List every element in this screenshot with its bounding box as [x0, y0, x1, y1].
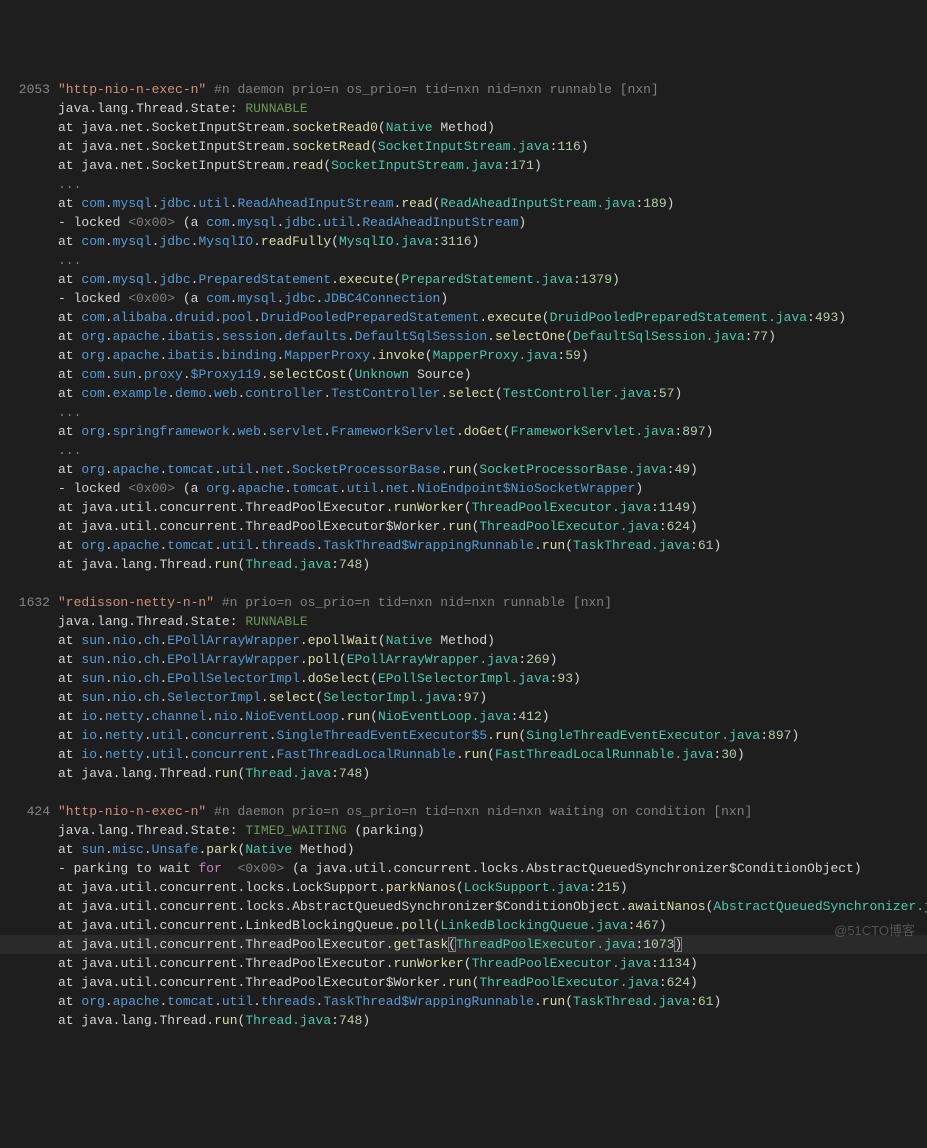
- thread-state-line: java.lang.Thread.State: RUNNABLE: [0, 99, 927, 118]
- stack-frame: at io.netty.util.concurrent.SingleThread…: [0, 726, 927, 745]
- stack-frame: at com.mysql.jdbc.MysqlIO.readFully(Mysq…: [0, 232, 927, 251]
- stack-parking: - parking to wait for <0x00> (a java.uti…: [0, 859, 927, 878]
- thread-state-line: java.lang.Thread.State: RUNNABLE: [0, 612, 927, 631]
- thread-name: "http-nio-n-exec-n": [58, 82, 206, 97]
- stack-ellipsis: ...: [0, 175, 927, 194]
- stack-frame: at com.mysql.jdbc.util.ReadAheadInputStr…: [0, 194, 927, 213]
- thread-dump-viewer: 2053 "http-nio-n-exec-n" #n daemon prio=n…: [0, 80, 927, 1030]
- stack-frame: at java.util.concurrent.ThreadPoolExecut…: [0, 498, 927, 517]
- stack-frame: at org.apache.tomcat.util.threads.TaskTh…: [0, 992, 927, 1011]
- thread-header: 1632 "redisson-netty-n-n" #n prio=n os_pr…: [0, 593, 927, 612]
- thread-header: 424 "http-nio-n-exec-n" #n daemon prio=n …: [0, 802, 927, 821]
- stack-frame: at java.lang.Thread.run(Thread.java:748): [0, 1011, 927, 1030]
- stack-frame: at sun.nio.ch.EPollArrayWrapper.poll(EPo…: [0, 650, 927, 669]
- stack-ellipsis: ...: [0, 403, 927, 422]
- stack-frame: at java.util.concurrent.locks.LockSuppor…: [0, 878, 927, 897]
- thread-state: RUNNABLE: [245, 101, 307, 116]
- stack-frame: at com.sun.proxy.$Proxy119.selectCost(Un…: [0, 365, 927, 384]
- blank-line: [0, 783, 927, 802]
- stack-frame: at java.net.SocketInputStream.read(Socke…: [0, 156, 927, 175]
- stack-frame: at java.util.concurrent.ThreadPoolExecut…: [0, 517, 927, 536]
- blank-line: [0, 574, 927, 593]
- thread-count: 424: [8, 802, 50, 821]
- stack-locked: - locked <0x00> (a org.apache.tomcat.uti…: [0, 479, 927, 498]
- stack-frame: at java.util.concurrent.ThreadPoolExecut…: [0, 973, 927, 992]
- thread-name: "redisson-netty-n-n": [58, 595, 214, 610]
- stack-ellipsis: ...: [0, 441, 927, 460]
- stack-frame: at org.apache.ibatis.session.defaults.De…: [0, 327, 927, 346]
- watermark-label: @51CTO博客: [834, 921, 915, 940]
- thread-state-line: java.lang.Thread.State: TIMED_WAITING (p…: [0, 821, 927, 840]
- stack-ellipsis: ...: [0, 251, 927, 270]
- stack-locked: - locked <0x00> (a com.mysql.jdbc.JDBC4C…: [0, 289, 927, 308]
- stack-frame: at io.netty.channel.nio.NioEventLoop.run…: [0, 707, 927, 726]
- stack-frame: at com.example.demo.web.controller.TestC…: [0, 384, 927, 403]
- stack-frame: at java.util.concurrent.LinkedBlockingQu…: [0, 916, 927, 935]
- stack-frame: at org.apache.tomcat.util.threads.TaskTh…: [0, 536, 927, 555]
- stack-frame: at sun.misc.Unsafe.park(Native Method): [0, 840, 927, 859]
- stack-frame: at java.util.concurrent.ThreadPoolExecut…: [0, 935, 927, 954]
- thread-name: "http-nio-n-exec-n": [58, 804, 206, 819]
- thread-header: 2053 "http-nio-n-exec-n" #n daemon prio=n…: [0, 80, 927, 99]
- thread-meta: #n daemon prio=n os_prio=n tid=nxn nid=n…: [214, 804, 752, 819]
- stack-frame: at java.util.concurrent.locks.AbstractQu…: [0, 897, 927, 916]
- stack-frame: at sun.nio.ch.SelectorImpl.select(Select…: [0, 688, 927, 707]
- stack-frame: at java.net.SocketInputStream.socketRead…: [0, 118, 927, 137]
- stack-frame: at org.apache.ibatis.binding.MapperProxy…: [0, 346, 927, 365]
- stack-frame: at sun.nio.ch.EPollSelectorImpl.doSelect…: [0, 669, 927, 688]
- stack-frame: at java.util.concurrent.ThreadPoolExecut…: [0, 954, 927, 973]
- stack-frame: at sun.nio.ch.EPollArrayWrapper.epollWai…: [0, 631, 927, 650]
- stack-frame: at org.apache.tomcat.util.net.SocketProc…: [0, 460, 927, 479]
- thread-meta: #n prio=n os_prio=n tid=nxn nid=nxn runn…: [222, 595, 612, 610]
- thread-count: 1632: [8, 593, 50, 612]
- stack-frame: at java.lang.Thread.run(Thread.java:748): [0, 555, 927, 574]
- stack-frame: at java.net.SocketInputStream.socketRead…: [0, 137, 927, 156]
- stack-frame: at java.lang.Thread.run(Thread.java:748): [0, 764, 927, 783]
- stack-frame: at com.alibaba.druid.pool.DruidPooledPre…: [0, 308, 927, 327]
- stack-frame: at org.springframework.web.servlet.Frame…: [0, 422, 927, 441]
- stack-frame: at com.mysql.jdbc.PreparedStatement.exec…: [0, 270, 927, 289]
- thread-state: RUNNABLE: [245, 614, 307, 629]
- stack-locked: - locked <0x00> (a com.mysql.jdbc.util.R…: [0, 213, 927, 232]
- thread-state: TIMED_WAITING: [245, 823, 346, 838]
- thread-count: 2053: [8, 80, 50, 99]
- thread-meta: #n daemon prio=n os_prio=n tid=nxn nid=n…: [214, 82, 659, 97]
- stack-frame: at io.netty.util.concurrent.FastThreadLo…: [0, 745, 927, 764]
